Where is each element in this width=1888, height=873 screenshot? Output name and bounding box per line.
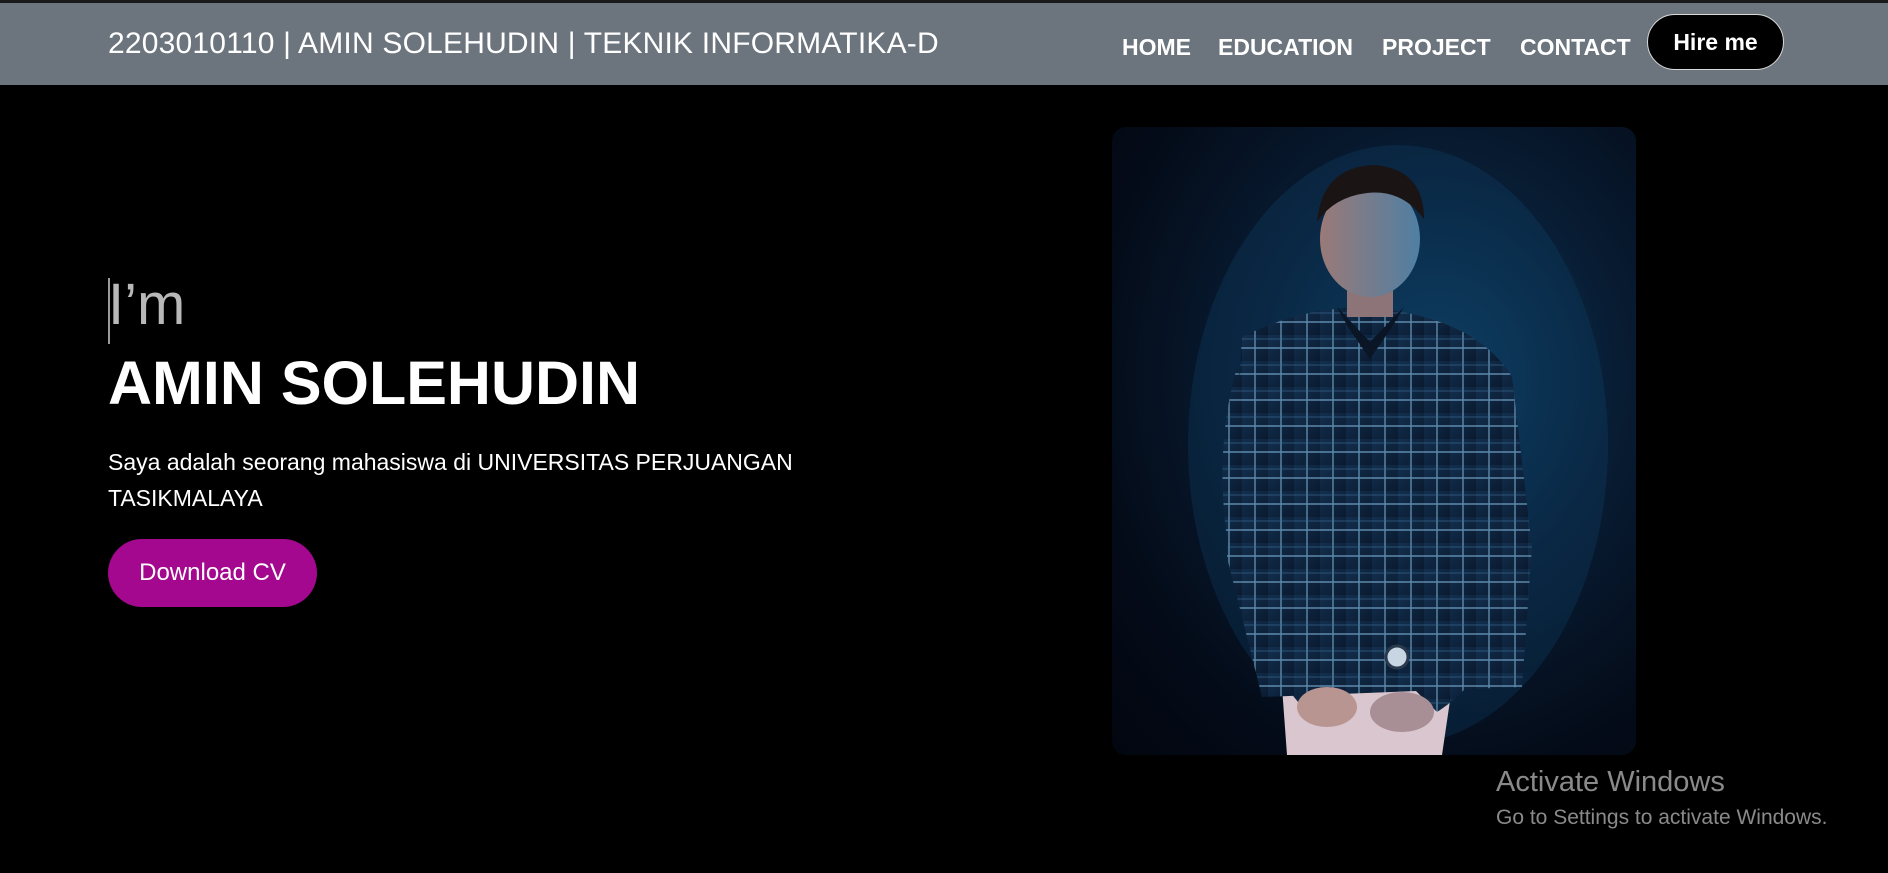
nav-home-link[interactable]: HOME (1122, 31, 1191, 63)
navbar: 2203010110 | AMIN SOLEHUDIN | TEKNIK INF… (0, 3, 1888, 85)
brand-title: 2203010110 | AMIN SOLEHUDIN | TEKNIK INF… (108, 27, 939, 60)
profile-photo-illustration (1188, 145, 1608, 755)
nav-contact-link[interactable]: CONTACT (1520, 31, 1631, 63)
nav-project-link[interactable]: PROJECT (1382, 31, 1491, 63)
hero-name: AMIN SOLEHUDIN (108, 349, 641, 417)
activate-windows-subtitle: Go to Settings to activate Windows. (1496, 806, 1828, 829)
hero-intro: I’m (108, 272, 186, 337)
profile-photo (1112, 127, 1636, 755)
hero-description: Saya adalah seorang mahasiswa di UNIVERS… (108, 449, 793, 511)
nav-education-link[interactable]: EDUCATION (1218, 31, 1353, 63)
activate-windows-title: Activate Windows (1496, 766, 1725, 798)
download-cv-button[interactable]: Download CV (108, 539, 317, 607)
hire-me-button[interactable]: Hire me (1647, 14, 1784, 70)
